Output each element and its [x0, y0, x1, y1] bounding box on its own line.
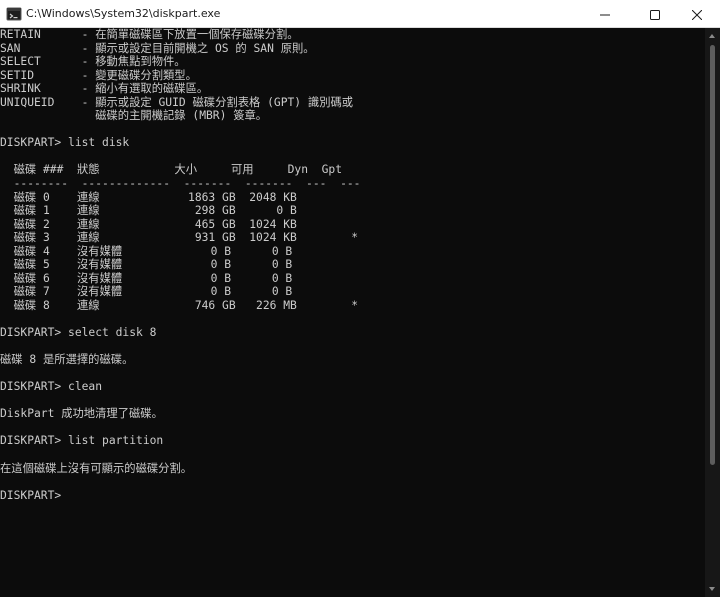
terminal-line: DiskPart 成功地清理了磁碟。	[0, 407, 163, 421]
close-icon	[691, 5, 703, 24]
terminal-line: DISKPART> list disk	[0, 136, 130, 150]
terminal-line: UNIQUEID - 顯示或設定 GUID 磁碟分割表格 (GPT) 識別碼或	[0, 95, 354, 109]
scroll-down-arrow-icon[interactable]	[709, 587, 715, 591]
terminal-line: 磁碟的主開機記錄 (MBR) 簽章。	[0, 109, 268, 123]
terminal-line: -------- ------------- ------- ------- -…	[0, 177, 361, 191]
terminal-line: DISKPART> select disk 8	[0, 326, 157, 340]
terminal-line: SETID - 變更磁碟分割類型。	[0, 68, 197, 82]
terminal-line: SHRINK - 縮小有選取的磁碟區。	[0, 82, 209, 96]
terminal-line: 磁碟 4 沒有媒體 0 B 0 B	[0, 244, 293, 258]
terminal-line: DISKPART>	[0, 488, 62, 502]
vertical-scrollbar[interactable]	[705, 28, 720, 597]
terminal-line: 磁碟 0 連線 1863 GB 2048 KB	[0, 190, 297, 204]
terminal-line: 磁碟 5 沒有媒體 0 B 0 B	[0, 258, 293, 272]
minimize-icon	[600, 5, 610, 24]
terminal-line: 磁碟 3 連線 931 GB 1024 KB *	[0, 231, 359, 245]
terminal-line: 磁碟 8 連線 746 GB 226 MB *	[0, 298, 359, 312]
title-bar[interactable]: C:\Windows\System32\diskpart.exe	[0, 0, 720, 28]
terminal-line: 磁碟 8 是所選擇的磁碟。	[0, 353, 134, 367]
maximize-icon	[650, 5, 660, 24]
terminal-line: 磁碟 ### 狀態 大小 可用 Dyn Gpt	[0, 163, 343, 177]
terminal-line: RETAIN - 在簡單磁碟區下放置一個保存磁碟分割。	[0, 28, 299, 41]
terminal-line: SELECT - 移動焦點到物件。	[0, 55, 186, 69]
window-title: C:\Windows\System32\diskpart.exe	[26, 7, 221, 20]
scroll-up-arrow-icon[interactable]	[709, 34, 715, 38]
minimize-button[interactable]	[582, 0, 628, 28]
terminal-line: DISKPART> clean	[0, 380, 103, 394]
console-app-icon[interactable]	[6, 6, 22, 22]
terminal-line: 磁碟 1 連線 298 GB 0 B	[0, 204, 297, 218]
scroll-thumb[interactable]	[710, 45, 715, 465]
terminal-line: 在這個磁碟上沒有可顯示的磁碟分割。	[0, 461, 193, 475]
terminal-output[interactable]: RETAIN - 在簡單磁碟區下放置一個保存磁碟分割。 SAN - 顯示或設定目前…	[0, 28, 705, 597]
console-window: C:\Windows\System32\diskpart.exe RETAIN …	[0, 0, 720, 597]
terminal-line: SAN - 顯示或設定目前開機之 OS 的 SAN 原則。	[0, 41, 315, 55]
terminal-line: 磁碟 6 沒有媒體 0 B 0 B	[0, 271, 293, 285]
terminal-line: DISKPART> list partition	[0, 434, 164, 448]
terminal-line: 磁碟 2 連線 465 GB 1024 KB	[0, 217, 297, 231]
close-button[interactable]	[674, 0, 720, 28]
maximize-button[interactable]	[632, 0, 678, 28]
terminal-line: 磁碟 7 沒有媒體 0 B 0 B	[0, 285, 293, 299]
